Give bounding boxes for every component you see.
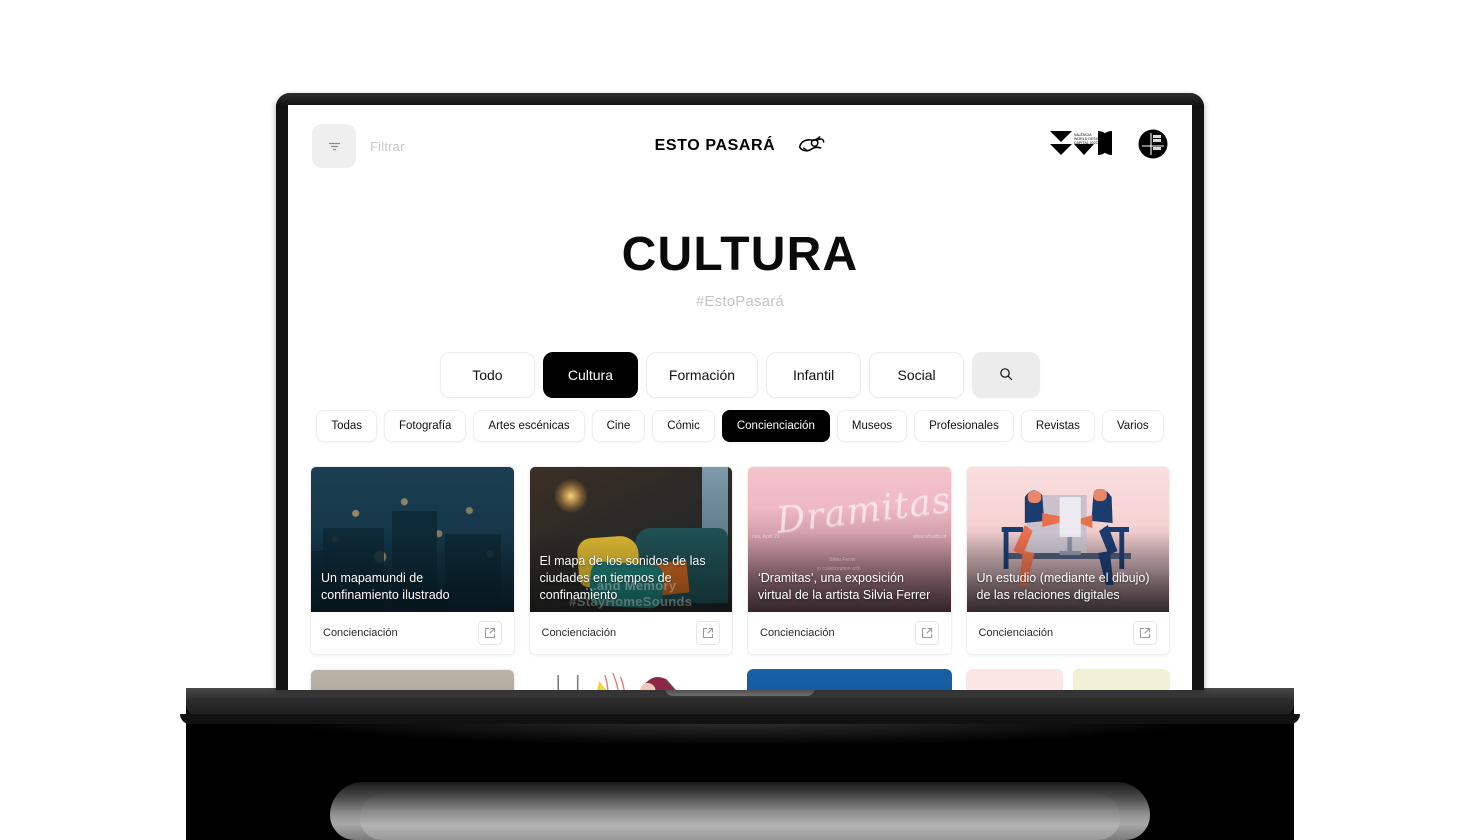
filter-button[interactable]	[312, 124, 356, 168]
card-grid: Un mapamundi de confinamiento ilustrado …	[288, 466, 1192, 655]
hero-subtitle: #EstoPasará	[695, 293, 785, 310]
card-category: Concienciación	[323, 627, 398, 639]
card-category: Concienciación	[978, 627, 1054, 639]
card-category: Concienciación	[541, 627, 617, 639]
card-media: Un mapamundi de confinamiento ilustrado	[311, 467, 514, 612]
external-link-icon[interactable]	[696, 621, 720, 645]
external-link-icon[interactable]	[914, 621, 939, 645]
site-header: Filtrar ESTO PASARÁ VALÈNCIA WORLD DESIG…	[288, 105, 1192, 187]
chip-profesionales[interactable]: Profesionales	[914, 410, 1014, 442]
hand-doodle-icon	[795, 133, 825, 160]
card-title: El mapa de los sonidos de las ciudades e…	[539, 554, 706, 603]
card[interactable]	[528, 669, 733, 690]
card-title: Un estudio (mediante el dibujo) de las r…	[976, 571, 1150, 603]
tab-infantil[interactable]: Infantil	[766, 352, 862, 398]
card-footer: Concienciación	[311, 612, 514, 654]
blue-poster	[747, 669, 952, 690]
page-root: Filtrar ESTO PASARÁ VALÈNCIA WORLD DESIG…	[288, 105, 1192, 690]
card-media: ALONE TOGETHER	[965, 669, 1170, 690]
search-icon	[999, 367, 1013, 384]
tab-todo[interactable]: Todo	[439, 352, 535, 398]
card-footer: Concienciación	[967, 612, 1170, 654]
category-tabs: Todo Cultura Formación Infantil Social	[288, 352, 1192, 398]
card-media: Dramitas nes, April 23 www.whatdo.to Sil…	[748, 467, 951, 612]
card-category: Concienciación	[760, 627, 835, 639]
search-button[interactable]	[972, 352, 1041, 398]
chip-comic[interactable]: Cómic	[652, 410, 715, 442]
card[interactable]: Dramitas nes, April 23 www.whatdo.to Sil…	[747, 466, 952, 655]
card-media: Un estudio (mediante el dibujo) de las r…	[966, 467, 1169, 612]
filter-label: Filtrar	[370, 138, 405, 154]
circular-badge-logo[interactable]	[1138, 129, 1168, 164]
brand-name: ESTO PASARÁ	[654, 137, 776, 154]
svg-text:CAPITAL 2022: CAPITAL 2022	[1074, 141, 1098, 145]
card[interactable]: ...and Memory #StayHomeSounds El mapa de…	[528, 466, 733, 655]
card[interactable]: Un mapamundi de confinamiento ilustrado …	[310, 466, 515, 655]
tab-formacion[interactable]: Formación	[645, 352, 759, 398]
logos: VALÈNCIA WORLD DESIGN CAPITAL 2022	[1050, 129, 1168, 164]
sketch-drawing	[528, 669, 733, 690]
gray-photo	[311, 670, 514, 690]
chip-museos[interactable]: Museos	[836, 410, 908, 442]
filter-funnel-icon	[327, 139, 342, 154]
tab-cultura[interactable]: Cultura	[542, 352, 638, 398]
card-media	[528, 669, 733, 690]
filter-group: Filtrar	[312, 124, 405, 168]
brand[interactable]: ESTO PASARÁ	[655, 133, 826, 160]
page-title: CULTURA	[621, 228, 859, 281]
subcategory-chips: Todas Fotografía Artes escénicas Cine Có…	[288, 410, 1192, 442]
chip-varios[interactable]: Varios	[1101, 410, 1164, 442]
chip-artes-escenicas[interactable]: Artes escénicas	[473, 410, 585, 442]
card-title: ‘Dramitas’, una exposición virtual de la…	[758, 571, 931, 603]
valencia-world-design-capital-logo[interactable]: VALÈNCIA WORLD DESIGN CAPITAL 2022	[1050, 129, 1128, 164]
card-media	[311, 670, 514, 690]
card-grid-row2: ALONE TOGETHER	[288, 669, 1192, 690]
card[interactable]	[747, 669, 952, 690]
card[interactable]	[310, 669, 515, 690]
chip-concienciacion[interactable]: Concienciación	[721, 410, 830, 442]
tab-social[interactable]: Social	[869, 352, 965, 398]
external-link-icon[interactable]	[477, 621, 502, 645]
card-media	[747, 669, 952, 690]
laptop-foot-inner	[360, 792, 1120, 840]
card-media: ...and Memory #StayHomeSounds El mapa de…	[529, 467, 732, 612]
card-footer: Concienciación	[748, 612, 951, 654]
laptop-base-lip	[180, 714, 1300, 724]
hero: CULTURA #EstoPasará	[288, 187, 1192, 311]
chip-cine[interactable]: Cine	[591, 410, 646, 442]
card-footer: Concienciación	[530, 612, 733, 654]
external-link-icon[interactable]	[1133, 621, 1157, 645]
alone-card[interactable]: ALONE	[965, 669, 1063, 690]
chip-fotografia[interactable]: Fotografía	[384, 410, 467, 442]
chip-revistas[interactable]: Revistas	[1020, 410, 1095, 442]
browser-viewport: Filtrar ESTO PASARÁ VALÈNCIA WORLD DESIG…	[288, 105, 1192, 690]
together-card[interactable]: TOGETHER	[1072, 669, 1170, 690]
laptop-screen: Filtrar ESTO PASARÁ VALÈNCIA WORLD DESIG…	[276, 93, 1204, 690]
card[interactable]: Un estudio (mediante el dibujo) de las r…	[965, 466, 1170, 655]
chip-todas[interactable]: Todas	[316, 410, 377, 442]
card-title: Un mapamundi de confinamiento ilustrado	[321, 571, 450, 603]
alone-together-split: ALONE TOGETHER	[965, 669, 1170, 690]
laptop-mockup-stage: Filtrar ESTO PASARÁ VALÈNCIA WORLD DESIG…	[0, 0, 1480, 840]
card[interactable]: ALONE TOGETHER	[965, 669, 1170, 690]
